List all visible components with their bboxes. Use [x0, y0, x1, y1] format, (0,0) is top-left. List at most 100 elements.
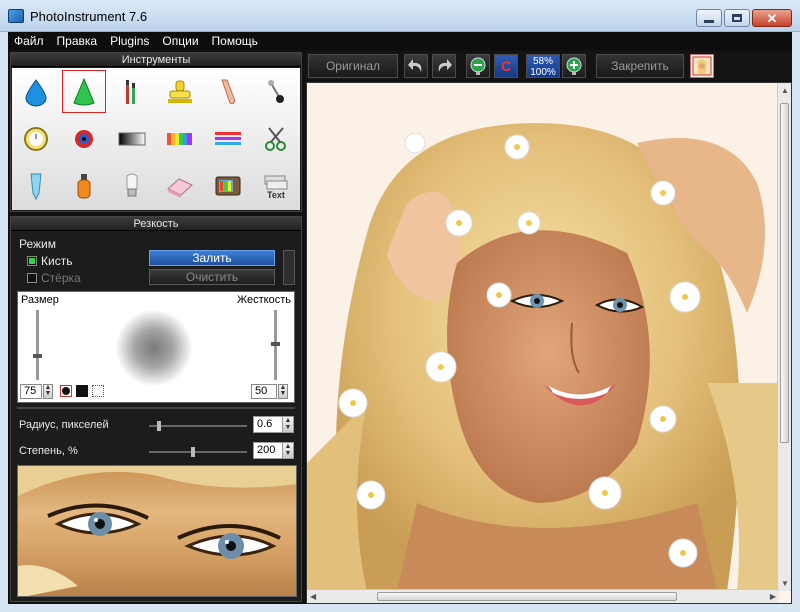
tool-scissors[interactable]: [252, 115, 300, 162]
tool-gradient[interactable]: [108, 115, 156, 162]
tool-bottle[interactable]: [60, 162, 108, 209]
text-icon: Text: [264, 175, 288, 200]
tool-cone[interactable]: [60, 68, 108, 115]
brush-checkbox[interactable]: [27, 256, 37, 266]
scroll-left-icon[interactable]: ◀: [310, 592, 316, 601]
tool-eraser[interactable]: [156, 162, 204, 209]
degree-field[interactable]: 200: [253, 442, 283, 459]
zoom-out-button[interactable]: [466, 54, 490, 78]
rotate-left-button[interactable]: C: [494, 54, 518, 78]
redo-icon: [438, 59, 452, 72]
tool-red-eye[interactable]: [60, 115, 108, 162]
zoom-top-value: 58%: [532, 56, 553, 67]
close-button[interactable]: ✕: [752, 9, 792, 27]
size-slider-thumb[interactable]: [33, 354, 42, 358]
tool-lines[interactable]: [204, 115, 252, 162]
scissors-icon: [265, 126, 286, 151]
tool-bulb[interactable]: [108, 162, 156, 209]
menu-plugins[interactable]: Plugins: [110, 34, 149, 48]
menu-edit[interactable]: Правка: [57, 34, 98, 48]
mode-scrollbar[interactable]: [283, 250, 295, 285]
tool-tube[interactable]: [12, 162, 60, 209]
menu-options[interactable]: Опции: [162, 34, 198, 48]
horizontal-scroll-thumb[interactable]: [377, 592, 677, 601]
stamp-icon: [168, 80, 192, 103]
hardness-slider-thumb[interactable]: [271, 342, 280, 346]
undo-button[interactable]: [404, 54, 428, 78]
photo-image: [307, 83, 779, 591]
menu-file[interactable]: Файл: [14, 34, 44, 48]
eraser-checkbox[interactable]: [27, 273, 37, 283]
eraser-label: Стёрка: [41, 271, 81, 285]
tool-text[interactable]: Text: [252, 162, 300, 209]
hardness-field[interactable]: 50: [251, 384, 277, 399]
degree-slider-thumb[interactable]: [191, 447, 195, 457]
round-brush-option[interactable]: [60, 385, 72, 397]
client-area: Инструменты Text Резкость Режим Кисть Ст…: [8, 50, 792, 604]
close-icon: ✕: [766, 10, 778, 26]
pin-button[interactable]: Закрепить: [596, 54, 684, 78]
maximize-icon: [732, 14, 742, 22]
menu-bar: Файл Правка Plugins Опции Помощь: [8, 32, 792, 50]
scroll-right-icon[interactable]: ▶: [770, 592, 776, 601]
fill-button[interactable]: Залить: [149, 250, 275, 266]
bottle-icon: [77, 173, 91, 198]
round-brush-icon: [62, 387, 70, 395]
tool-tv[interactable]: [204, 162, 252, 209]
tool-stamp[interactable]: [156, 68, 204, 115]
brush-label: Кисть: [41, 254, 73, 268]
radius-slider[interactable]: [149, 421, 247, 431]
tool-brushes[interactable]: [108, 68, 156, 115]
window-title: PhotoInstrument 7.6: [30, 9, 148, 24]
tool-color-bars[interactable]: [156, 115, 204, 162]
redo-button[interactable]: [432, 54, 456, 78]
mode-label: Режим: [19, 237, 56, 251]
tool-drop[interactable]: [12, 68, 60, 115]
zoom-level[interactable]: 58% 100%: [526, 54, 560, 78]
menu-help[interactable]: Помощь: [212, 34, 258, 48]
gradient-icon: [118, 132, 146, 145]
cone-icon: [73, 77, 95, 105]
lines-icon: [215, 131, 241, 145]
tools-panel: Инструменты Text: [10, 52, 302, 212]
radius-field[interactable]: 0.6: [253, 416, 283, 433]
tool-finger[interactable]: [204, 68, 252, 115]
radius-label: Радиус, пикселей: [19, 419, 109, 431]
thumbnail-button[interactable]: [690, 54, 714, 78]
hardness-slider[interactable]: [271, 310, 280, 380]
tools-grid: Text: [12, 68, 300, 210]
square-brush-option[interactable]: [76, 385, 88, 397]
minimize-icon: [704, 19, 714, 23]
size-slider[interactable]: [33, 310, 42, 380]
size-spinner[interactable]: ▲ ▼: [43, 384, 53, 399]
zoom-in-button[interactable]: [562, 54, 586, 78]
scroll-up-icon[interactable]: ▲: [781, 86, 789, 95]
brushes-icon: [126, 79, 135, 104]
degree-label: Степень, %: [19, 445, 78, 457]
brush-settings-box: Размер Жесткость 75 ▲ ▼ 50 ▲ ▼: [17, 291, 295, 403]
degree-spinner[interactable]: ▲ ▼: [282, 442, 294, 459]
maximize-button[interactable]: [724, 9, 750, 27]
degree-slider[interactable]: [149, 447, 247, 457]
minimize-button[interactable]: [696, 9, 722, 27]
scroll-down-icon[interactable]: ▼: [781, 579, 789, 588]
tool-clock[interactable]: [12, 115, 60, 162]
clear-button[interactable]: Очистить: [149, 269, 275, 285]
hardness-spinner[interactable]: ▲ ▼: [278, 384, 288, 399]
dotted-brush-option[interactable]: [92, 385, 104, 397]
vertical-scroll-thumb[interactable]: [780, 103, 789, 443]
vertical-scrollbar[interactable]: ▲ ▼: [777, 83, 791, 591]
tool-pin[interactable]: [252, 68, 300, 115]
horizontal-scrollbar[interactable]: ◀ ▶: [307, 589, 779, 603]
original-button[interactable]: Оригинал: [308, 54, 398, 78]
undo-icon: [408, 59, 422, 72]
radius-spinner[interactable]: ▲ ▼: [282, 416, 294, 433]
brush-preview: [116, 310, 192, 386]
size-field[interactable]: 75: [20, 384, 42, 399]
pin-icon: [268, 79, 284, 103]
image-canvas[interactable]: ▲ ▼ ◀ ▶: [306, 82, 792, 604]
tools-panel-title: Инструменты: [11, 53, 301, 67]
radius-slider-thumb[interactable]: [157, 421, 161, 431]
title-bar: PhotoInstrument 7.6 ✕: [0, 0, 800, 32]
tube-icon: [30, 173, 42, 200]
